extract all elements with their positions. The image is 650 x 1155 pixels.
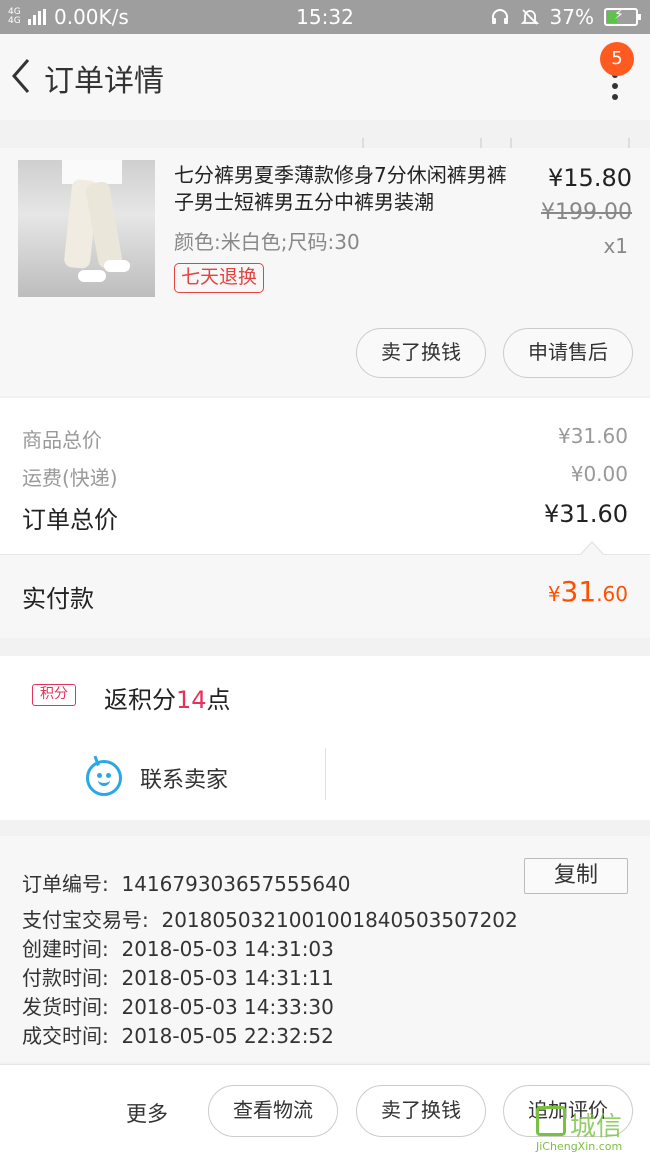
divider — [325, 748, 326, 800]
points-section: 积分 返积分14点 联系卖家 — [0, 656, 650, 820]
watermark-logo: 城信 JiChengXin.com — [536, 1106, 646, 1153]
completed-time-row: 成交时间: 2018-05-05 22:32:52 — [22, 1020, 334, 1049]
paid-value: ¥31.60 — [548, 575, 628, 608]
info-label: 付款时间: — [22, 966, 109, 990]
shipped-time-row: 发货时间: 2018-05-03 14:33:30 — [22, 991, 334, 1020]
chat-face-icon — [86, 753, 122, 796]
alipay-trade-row: 支付宝交易号: 2018050321001001840503507202 — [22, 904, 518, 933]
contact-seller-label: 联系卖家 — [140, 768, 229, 793]
back-arrow-icon[interactable] — [6, 54, 36, 98]
more-menu-icon[interactable] — [610, 72, 620, 102]
more-actions-button[interactable]: 更多 — [126, 1098, 168, 1128]
order-info: 订单编号: 141679303657555640 复制 支付宝交易号: 2018… — [0, 836, 650, 1062]
sell-for-cash-button[interactable]: 卖了换钱 — [356, 328, 486, 378]
watermark-sub: JiChengXin.com — [536, 1140, 623, 1153]
points-badge: 积分 — [32, 684, 76, 706]
sell-for-cash-bottom-button[interactable]: 卖了换钱 — [356, 1085, 486, 1137]
product-original-price: ¥199.00 — [541, 200, 632, 225]
app-header: 订单详情 5 — [0, 34, 650, 160]
headset-icon — [491, 9, 508, 24]
watermark-text: 城信 — [570, 1112, 623, 1142]
product-card[interactable]: 七分裤男夏季薄款修身7分休闲裤男裤子男士短裤男五分中裤男装潮 ¥15.80 ¥1… — [0, 148, 650, 396]
product-title[interactable]: 七分裤男夏季薄款修身7分休闲裤男裤子男士短裤男五分中裤男装潮 — [174, 162, 524, 216]
info-value: 141679303657555640 — [121, 872, 351, 896]
goods-total-value: ¥31.60 — [558, 424, 628, 448]
contact-seller-button[interactable]: 联系卖家 — [86, 753, 229, 796]
product-quantity: x1 — [603, 234, 628, 258]
order-total-value: ¥31.60 — [544, 500, 628, 528]
return-policy-tag: 七天退换 — [174, 263, 265, 293]
status-bar: 4G 4G 0.00K/s 15:32 37% ⚡ — [0, 0, 650, 34]
info-label: 创建时间: — [22, 937, 109, 961]
order-number-row: 订单编号: 141679303657555640 — [22, 868, 351, 897]
info-label: 成交时间: — [22, 1024, 109, 1048]
paid-amount-row: 实付款 ¥31.60 — [0, 554, 650, 638]
points-prefix: 返积分 — [104, 686, 176, 714]
info-value: 2018050321001001840503507202 — [161, 908, 518, 932]
info-value: 2018-05-05 22:32:52 — [121, 1024, 334, 1048]
points-suffix: 点 — [206, 686, 231, 714]
paid-label: 实付款 — [22, 585, 94, 613]
status-right: 37% ⚡ — [490, 5, 641, 29]
goods-total-label: 商品总价 — [22, 428, 102, 452]
notch-inner — [581, 543, 603, 555]
info-label: 支付宝交易号: — [22, 908, 149, 932]
battery-icon: ⚡ — [604, 7, 641, 26]
order-total-label: 订单总价 — [22, 506, 118, 534]
notification-badge: 5 — [600, 42, 634, 76]
points-count: 14 — [176, 686, 207, 714]
paid-currency: ¥ — [547, 582, 561, 606]
points-text: 返积分14点 — [104, 680, 231, 715]
product-image[interactable] — [18, 160, 155, 297]
info-label: 订单编号: — [22, 872, 109, 896]
paid-time-row: 付款时间: 2018-05-03 14:31:11 — [22, 962, 334, 991]
shipping-label: 运费(快递) — [22, 466, 118, 490]
info-label: 发货时间: — [22, 995, 109, 1019]
after-sales-button[interactable]: 申请售后 — [503, 328, 633, 378]
paid-dec: .60 — [596, 582, 628, 606]
battery-percent: 37% — [549, 5, 594, 29]
charging-icon: ⚡ — [614, 7, 624, 23]
mute-bell-icon — [520, 9, 539, 25]
page-title: 订单详情 — [44, 64, 164, 99]
info-value: 2018-05-03 14:31:11 — [121, 966, 334, 990]
view-logistics-button[interactable]: 查看物流 — [208, 1085, 338, 1137]
product-sku: 颜色:米白色;尺码:30 — [174, 230, 360, 254]
shipping-value: ¥0.00 — [570, 462, 628, 486]
copy-button[interactable]: 复制 — [524, 858, 628, 894]
paid-int: 31 — [560, 575, 597, 608]
info-value: 2018-05-03 14:33:30 — [121, 995, 334, 1019]
product-price: ¥15.80 — [548, 164, 632, 192]
created-time-row: 创建时间: 2018-05-03 14:31:03 — [22, 933, 334, 962]
info-value: 2018-05-03 14:31:03 — [121, 937, 334, 961]
